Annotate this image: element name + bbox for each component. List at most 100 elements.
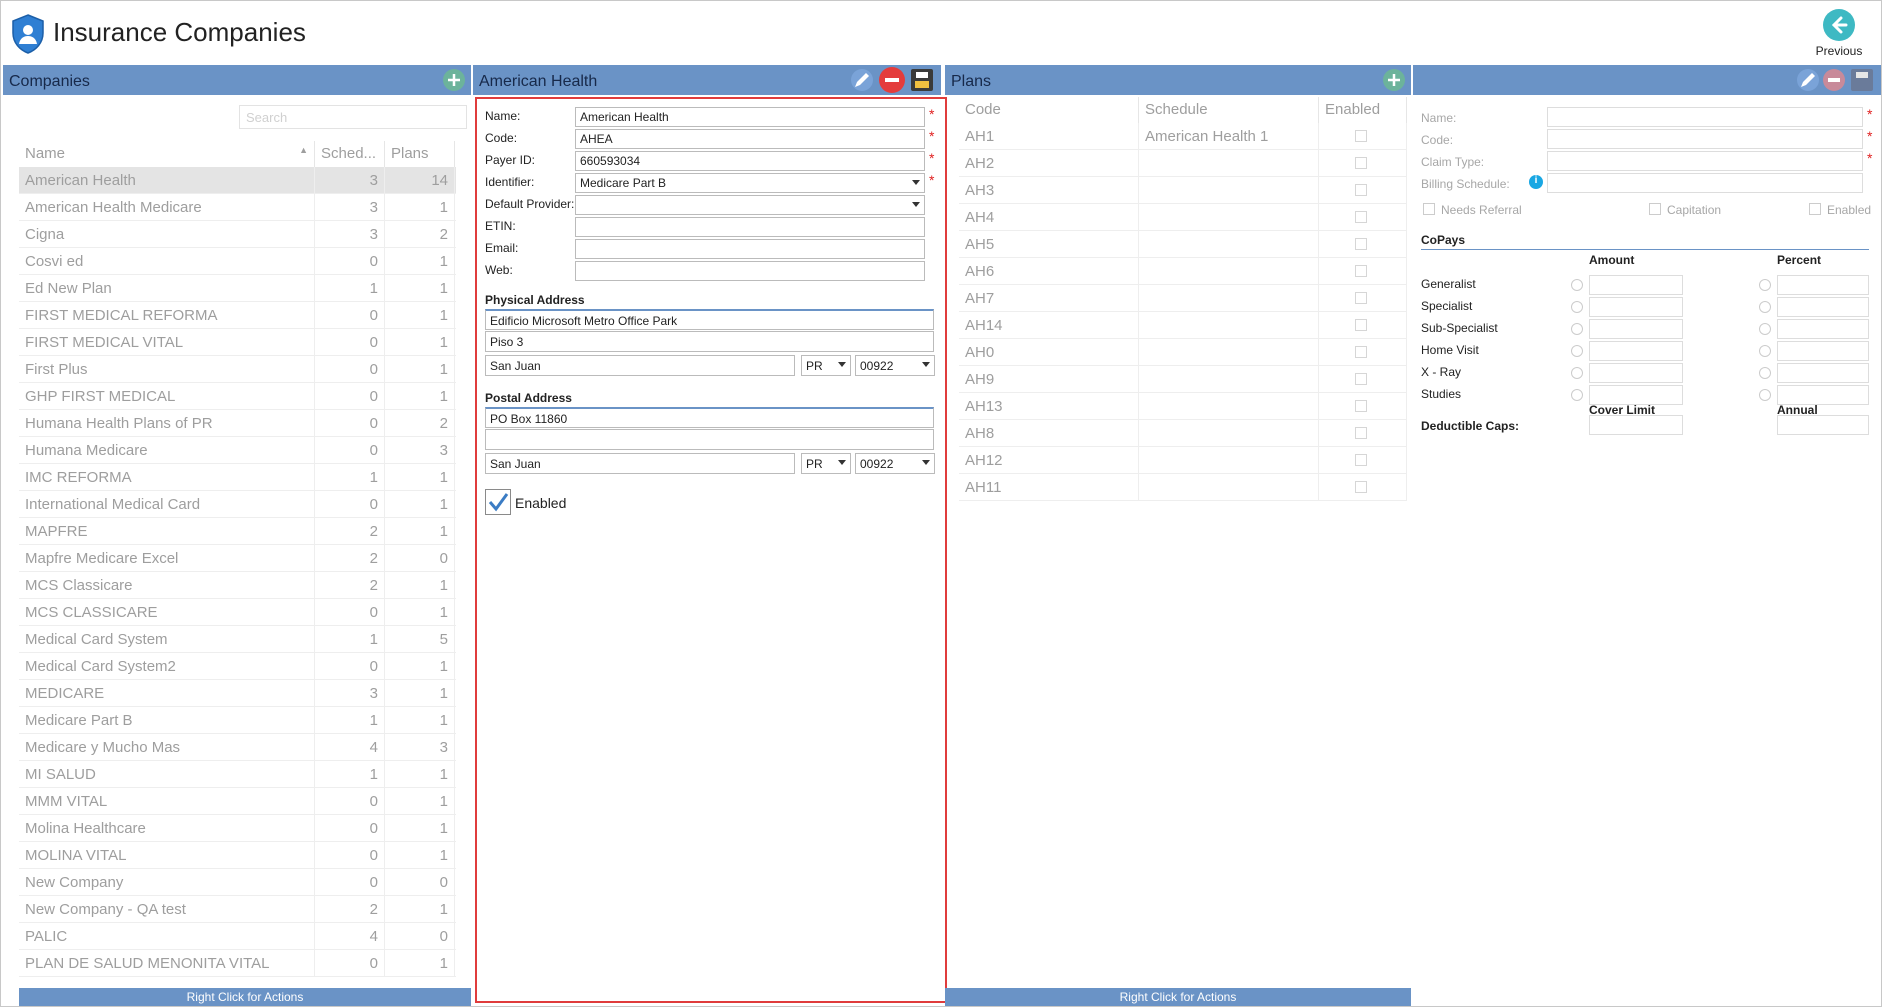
column-code[interactable]: Code <box>959 97 1139 123</box>
amount-radio[interactable] <box>1571 301 1583 313</box>
plan-enabled-checkbox[interactable] <box>1355 454 1367 466</box>
plan-row[interactable]: AH3 <box>959 177 1407 204</box>
company-row[interactable]: Humana Medicare 0 3 <box>19 437 456 464</box>
plan-row[interactable]: AH6 <box>959 258 1407 285</box>
amount-radio[interactable] <box>1571 345 1583 357</box>
plan-enabled-checkbox[interactable] <box>1355 184 1367 196</box>
save-plan-button[interactable] <box>1851 69 1873 91</box>
percent-input[interactable] <box>1777 385 1869 405</box>
plan-code-input[interactable] <box>1547 129 1863 149</box>
email-input[interactable] <box>575 239 925 259</box>
plan-enabled-checkbox[interactable] <box>1355 130 1367 142</box>
percent-input[interactable] <box>1777 341 1869 361</box>
plan-row[interactable]: AH2 <box>959 150 1407 177</box>
company-row[interactable]: Molina Healthcare 0 1 <box>19 815 456 842</box>
plan-enabled-checkbox[interactable] <box>1355 292 1367 304</box>
add-company-button[interactable] <box>443 69 465 91</box>
company-row[interactable]: Medicare y Mucho Mas 4 3 <box>19 734 456 761</box>
amount-input[interactable] <box>1589 297 1683 317</box>
plan-enabled-checkbox[interactable] <box>1355 211 1367 223</box>
amount-radio[interactable] <box>1571 323 1583 335</box>
company-row[interactable]: GHP FIRST MEDICAL 0 1 <box>19 383 456 410</box>
company-row[interactable]: PALIC 4 0 <box>19 923 456 950</box>
company-row[interactable]: American Health 3 14 <box>19 167 456 194</box>
postal-line1-input[interactable]: PO Box 11860 <box>485 407 934 428</box>
plan-name-input[interactable] <box>1547 107 1863 127</box>
plan-row[interactable]: AH11 <box>959 474 1407 501</box>
company-row[interactable]: Cigna 3 2 <box>19 221 456 248</box>
capitation-checkbox[interactable] <box>1649 203 1661 215</box>
plan-row[interactable]: AH1 American Health 1 <box>959 123 1407 150</box>
enabled-checkbox[interactable] <box>485 489 511 515</box>
company-row[interactable]: Medical Card System 1 5 <box>19 626 456 653</box>
save-button[interactable] <box>911 69 933 91</box>
company-row[interactable]: MOLINA VITAL 0 1 <box>19 842 456 869</box>
percent-radio[interactable] <box>1759 367 1771 379</box>
payer-id-input[interactable]: 660593034 <box>575 151 925 171</box>
amount-radio[interactable] <box>1571 367 1583 379</box>
plan-enabled-checkbox[interactable] <box>1355 373 1367 385</box>
edit-plan-button[interactable] <box>1797 69 1819 91</box>
plan-row[interactable]: AH0 <box>959 339 1407 366</box>
company-row[interactable]: FIRST MEDICAL VITAL 0 1 <box>19 329 456 356</box>
company-row[interactable]: MEDICARE 3 1 <box>19 680 456 707</box>
plan-row[interactable]: AH12 <box>959 447 1407 474</box>
etin-input[interactable] <box>575 217 925 237</box>
company-row[interactable]: New Company - QA test 2 1 <box>19 896 456 923</box>
postal-state-select[interactable]: PR <box>801 453 851 474</box>
company-row[interactable]: First Plus 0 1 <box>19 356 456 383</box>
identifier-select[interactable]: Medicare Part B <box>575 173 925 193</box>
percent-input[interactable] <box>1777 297 1869 317</box>
percent-radio[interactable] <box>1759 345 1771 357</box>
amount-radio[interactable] <box>1571 389 1583 401</box>
company-row[interactable]: Ed New Plan 1 1 <box>19 275 456 302</box>
company-row[interactable]: American Health Medicare 3 1 <box>19 194 456 221</box>
postal-city-input[interactable]: San Juan <box>485 453 795 474</box>
physical-zip-select[interactable]: 00922 <box>855 355 935 376</box>
plan-row[interactable]: AH7 <box>959 285 1407 312</box>
companies-footer[interactable]: Right Click for Actions <box>19 988 471 1006</box>
company-row[interactable]: Medical Card System2 0 1 <box>19 653 456 680</box>
needs-referral-checkbox[interactable] <box>1423 203 1435 215</box>
web-input[interactable] <box>575 261 925 281</box>
billing-schedule-select[interactable] <box>1547 173 1863 193</box>
column-enabled[interactable]: Enabled <box>1319 97 1407 123</box>
company-row[interactable]: International Medical Card 0 1 <box>19 491 456 518</box>
company-row[interactable]: MAPFRE 2 1 <box>19 518 456 545</box>
percent-radio[interactable] <box>1759 279 1771 291</box>
previous-button[interactable]: Previous <box>1811 9 1867 61</box>
physical-state-select[interactable]: PR <box>801 355 851 376</box>
company-row[interactable]: Humana Health Plans of PR 0 2 <box>19 410 456 437</box>
company-row[interactable]: MI SALUD 1 1 <box>19 761 456 788</box>
percent-radio[interactable] <box>1759 301 1771 313</box>
company-row[interactable]: MCS Classicare 2 1 <box>19 572 456 599</box>
plan-row[interactable]: AH8 <box>959 420 1407 447</box>
company-search-input[interactable]: Search <box>239 105 467 129</box>
percent-radio[interactable] <box>1759 389 1771 401</box>
percent-radio[interactable] <box>1759 323 1771 335</box>
info-icon[interactable]: i <box>1529 175 1543 189</box>
percent-input[interactable] <box>1777 275 1869 295</box>
edit-button[interactable] <box>851 69 873 91</box>
column-schedule[interactable]: Schedule <box>1139 97 1319 123</box>
company-row[interactable]: Cosvi ed 0 1 <box>19 248 456 275</box>
column-name[interactable]: Name ▲ <box>19 141 315 167</box>
plan-row[interactable]: AH5 <box>959 231 1407 258</box>
amount-input[interactable] <box>1589 363 1683 383</box>
postal-zip-select[interactable]: 00922 <box>855 453 935 474</box>
code-input[interactable]: AHEA <box>575 129 925 149</box>
company-row[interactable]: FIRST MEDICAL REFORMA 0 1 <box>19 302 456 329</box>
percent-input[interactable] <box>1777 363 1869 383</box>
plan-row[interactable]: AH13 <box>959 393 1407 420</box>
plan-row[interactable]: AH14 <box>959 312 1407 339</box>
company-row[interactable]: Medicare Part B11 <box>19 707 456 734</box>
plan-row[interactable]: AH9 <box>959 366 1407 393</box>
name-input[interactable]: American Health <box>575 107 925 127</box>
physical-city-input[interactable]: San Juan <box>485 355 795 376</box>
plan-enabled-checkbox[interactable] <box>1355 481 1367 493</box>
plan-enabled-checkbox[interactable] <box>1355 265 1367 277</box>
column-plans[interactable]: Plans <box>385 141 455 167</box>
add-plan-button[interactable] <box>1383 69 1405 91</box>
plan-enabled-checkbox[interactable] <box>1355 238 1367 250</box>
postal-line2-input[interactable] <box>485 429 934 450</box>
